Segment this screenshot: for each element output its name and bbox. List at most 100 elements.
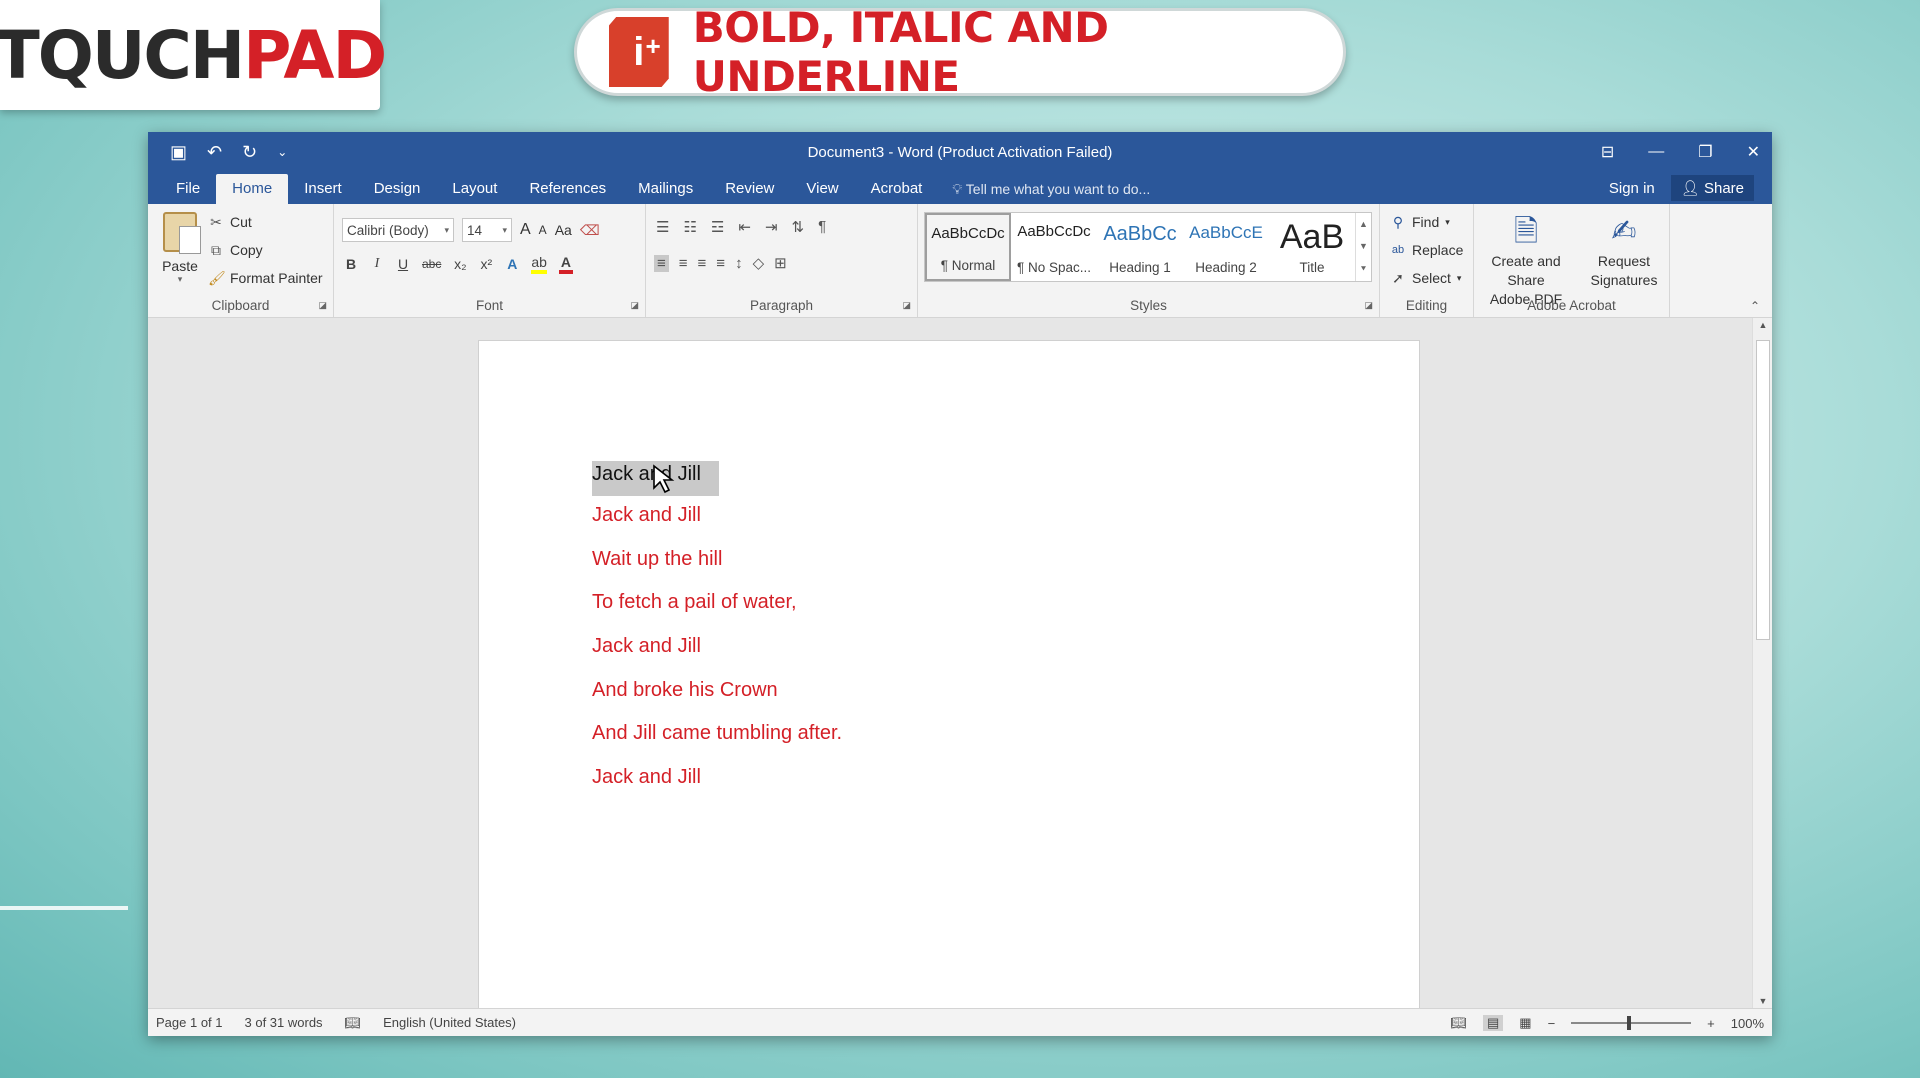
collapse-ribbon-icon[interactable]: ⌃ bbox=[1750, 299, 1760, 313]
tab-acrobat[interactable]: Acrobat bbox=[855, 174, 939, 204]
style-no-spacing[interactable]: AaBbCcDc ¶ No Spac... bbox=[1011, 213, 1097, 281]
save-icon[interactable]: ▣ bbox=[170, 142, 187, 163]
italic-button[interactable]: I bbox=[370, 256, 384, 272]
vertical-scrollbar[interactable]: ▲ ▼ bbox=[1752, 318, 1772, 1008]
replace-button[interactable]: ab Replace bbox=[1390, 240, 1464, 260]
scroll-down-icon[interactable]: ▼ bbox=[1753, 996, 1772, 1006]
font-size-select[interactable]: 14 ▾ bbox=[462, 218, 512, 242]
strikethrough-button[interactable]: abc bbox=[422, 257, 441, 271]
tab-references[interactable]: References bbox=[513, 174, 622, 204]
share-button[interactable]: 👤︎ Share bbox=[1670, 175, 1754, 201]
tell-me-box[interactable]: 💡︎ Tell me what you want to do... bbox=[952, 174, 1150, 204]
document-line[interactable]: To fetch a pail of water, bbox=[592, 591, 797, 614]
tab-home[interactable]: Home bbox=[216, 174, 289, 204]
cut-button[interactable]: ✂ Cut bbox=[208, 212, 323, 232]
customize-icon[interactable]: ⌄ bbox=[277, 145, 287, 159]
find-button[interactable]: ⚲ Find ▾ bbox=[1390, 212, 1463, 232]
show-marks-icon[interactable]: ¶ bbox=[818, 218, 826, 236]
font-color-icon[interactable]: A bbox=[558, 254, 573, 274]
chevron-down-icon[interactable]: ▼ bbox=[1359, 241, 1368, 251]
align-center-icon[interactable]: ≡ bbox=[679, 255, 688, 272]
more-styles-icon[interactable]: ⯆ bbox=[1360, 264, 1367, 275]
document-line[interactable]: Jack and Jill bbox=[592, 766, 701, 789]
paste-button[interactable]: Paste ▾ bbox=[158, 212, 202, 285]
proofing-icon[interactable]: 📖︎ bbox=[345, 1015, 362, 1031]
borders-icon[interactable]: ⊞ bbox=[774, 254, 787, 272]
sign-in-link[interactable]: Sign in bbox=[1609, 180, 1655, 197]
document-line[interactable]: And broke his Crown bbox=[592, 679, 778, 702]
tab-mailings[interactable]: Mailings bbox=[622, 174, 709, 204]
zoom-in-icon[interactable]: + bbox=[1707, 1016, 1715, 1031]
minimize-icon[interactable]: — bbox=[1648, 143, 1664, 161]
text-effects-icon[interactable]: A bbox=[505, 256, 519, 272]
clipboard-icon bbox=[163, 212, 201, 254]
document-line[interactable]: Jack and Jill bbox=[592, 635, 701, 658]
restore-icon[interactable]: ❐ bbox=[1698, 142, 1712, 162]
grow-font-button[interactable]: A bbox=[520, 221, 531, 239]
line-spacing-icon[interactable]: ↕ bbox=[735, 255, 743, 272]
decrease-indent-icon[interactable]: ⇤ bbox=[738, 218, 751, 236]
dialog-launcher-icon[interactable]: ◪ bbox=[318, 300, 327, 311]
tab-review[interactable]: Review bbox=[709, 174, 790, 204]
subscript-button[interactable]: x₂ bbox=[453, 256, 467, 272]
style-title[interactable]: AaB Title bbox=[1269, 213, 1355, 281]
tab-design[interactable]: Design bbox=[358, 174, 437, 204]
tab-view[interactable]: View bbox=[790, 174, 854, 204]
scroll-thumb[interactable] bbox=[1756, 340, 1770, 640]
document-line[interactable]: Wait up the hill bbox=[592, 548, 722, 571]
request-signatures-button[interactable]: ✍︎ Request Signatures bbox=[1578, 212, 1670, 309]
style-heading-1[interactable]: AaBbCc Heading 1 bbox=[1097, 213, 1183, 281]
shrink-font-button[interactable]: A bbox=[539, 223, 547, 237]
create-share-pdf-button[interactable]: 🗎︎ Create and Share Adobe PDF bbox=[1480, 212, 1572, 309]
styles-gallery: AaBbCcDc ¶ Normal AaBbCcDc ¶ No Spac... … bbox=[924, 212, 1372, 282]
tab-insert[interactable]: Insert bbox=[288, 174, 358, 204]
bold-button[interactable]: B bbox=[344, 256, 358, 272]
clear-formatting-icon[interactable]: ⌫ bbox=[580, 222, 600, 239]
tab-file[interactable]: File bbox=[160, 174, 216, 204]
align-left-icon[interactable]: ≡ bbox=[654, 254, 669, 272]
underline-button[interactable]: U bbox=[396, 256, 410, 272]
undo-icon[interactable]: ↶ bbox=[207, 142, 222, 163]
ribbon-display-icon[interactable]: ⊟ bbox=[1601, 142, 1614, 162]
dialog-launcher-icon[interactable]: ◪ bbox=[902, 300, 911, 311]
dialog-launcher-icon[interactable]: ◪ bbox=[1364, 300, 1373, 311]
increase-indent-icon[interactable]: ⇥ bbox=[765, 218, 778, 236]
page-count[interactable]: Page 1 of 1 bbox=[156, 1015, 223, 1030]
zoom-out-icon[interactable]: − bbox=[1548, 1016, 1556, 1031]
scroll-up-icon[interactable]: ▲ bbox=[1753, 320, 1772, 330]
document-line[interactable]: And Jill came tumbling after. bbox=[592, 722, 842, 745]
change-case-button[interactable]: Aa bbox=[555, 222, 572, 238]
document-page[interactable]: Jack and Jill Jack and Jill Wait up the … bbox=[478, 340, 1420, 1036]
word-count[interactable]: 3 of 31 words bbox=[245, 1015, 323, 1030]
select-button[interactable]: ➚ Select ▾ bbox=[1390, 268, 1463, 288]
redo-icon[interactable]: ↻ bbox=[242, 142, 257, 163]
zoom-level[interactable]: 100% bbox=[1731, 1016, 1764, 1031]
bullets-icon[interactable]: ☰ bbox=[656, 218, 669, 236]
chevron-up-icon[interactable]: ▲ bbox=[1359, 219, 1368, 229]
web-layout-icon[interactable]: ▦ bbox=[1519, 1015, 1531, 1031]
style-normal[interactable]: AaBbCcDc ¶ Normal bbox=[925, 213, 1011, 281]
multilevel-list-icon[interactable]: ☲ bbox=[711, 218, 724, 236]
read-mode-icon[interactable]: 📖︎ bbox=[1450, 1015, 1467, 1031]
print-layout-icon[interactable]: ▤ bbox=[1482, 1015, 1504, 1031]
copy-button[interactable]: ⧉ Copy bbox=[208, 240, 323, 260]
numbering-icon[interactable]: ☷ bbox=[683, 218, 696, 236]
justify-icon[interactable]: ≡ bbox=[716, 255, 725, 272]
zoom-knob[interactable] bbox=[1627, 1016, 1632, 1030]
align-right-icon[interactable]: ≡ bbox=[698, 255, 707, 272]
style-heading-2[interactable]: AaBbCcE Heading 2 bbox=[1183, 213, 1269, 281]
font-family-select[interactable]: Calibri (Body) ▾ bbox=[342, 218, 454, 242]
person-icon: 👤︎ bbox=[1680, 180, 1700, 197]
close-icon[interactable]: ✕ bbox=[1747, 142, 1760, 162]
sort-icon[interactable]: ⇅ bbox=[792, 218, 805, 236]
shading-icon[interactable]: ◇ bbox=[753, 254, 765, 272]
tab-layout[interactable]: Layout bbox=[436, 174, 513, 204]
document-line[interactable]: Jack and Jill bbox=[592, 504, 701, 527]
zoom-slider[interactable] bbox=[1571, 1016, 1692, 1030]
highlight-icon[interactable]: ab bbox=[531, 254, 547, 274]
superscript-button[interactable]: x² bbox=[479, 256, 493, 272]
dialog-launcher-icon[interactable]: ◪ bbox=[630, 300, 639, 311]
format-painter-button[interactable]: 🖌︎ Format Painter bbox=[208, 268, 323, 288]
language-indicator[interactable]: English (United States) bbox=[383, 1015, 516, 1030]
format-painter-label: Format Painter bbox=[230, 270, 323, 286]
